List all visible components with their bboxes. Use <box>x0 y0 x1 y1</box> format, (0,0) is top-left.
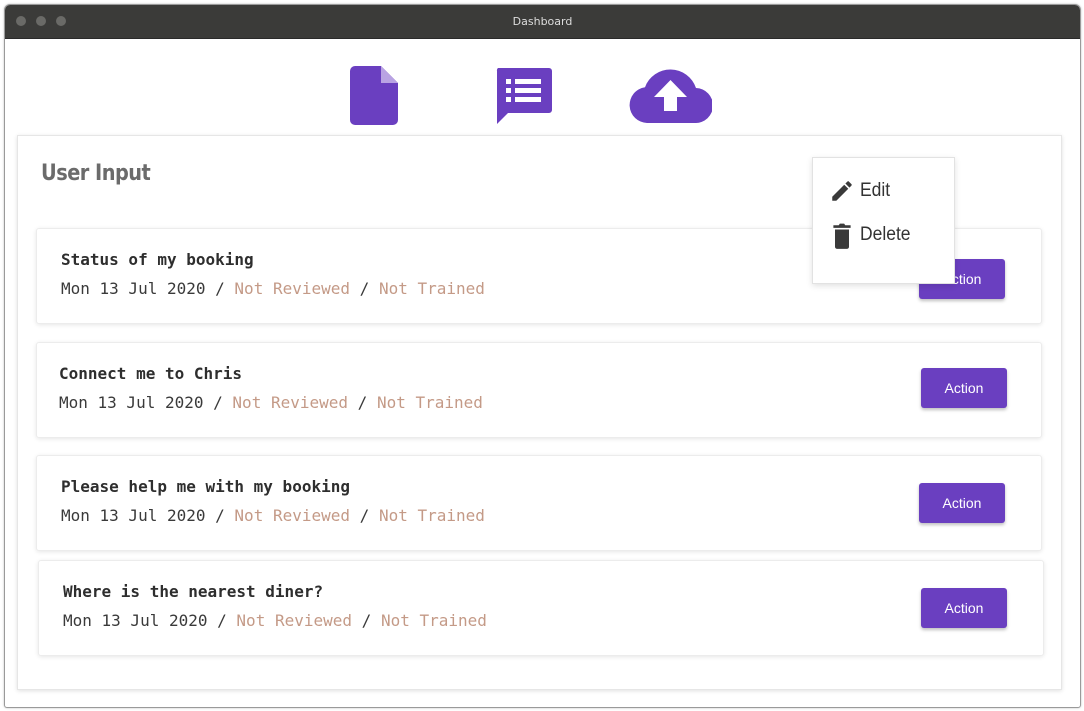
separator: / <box>215 279 225 298</box>
delete-label: Delete <box>860 224 911 245</box>
action-button[interactable]: Action <box>919 483 1005 523</box>
item-date: Mon 13 Jul 2020 <box>59 393 204 412</box>
title-bar[interactable]: Dashboard <box>5 5 1080 39</box>
action-button[interactable]: Action <box>921 368 1007 408</box>
delete-menu-item[interactable]: Delete <box>813 214 954 254</box>
train-status: Not Trained <box>378 279 485 298</box>
item-meta: Mon 13 Jul 2020 / Not Reviewed / Not Tra… <box>61 506 485 525</box>
item-date: Mon 13 Jul 2020 <box>61 506 206 525</box>
item-title: Where is the nearest diner? <box>63 582 324 601</box>
train-status: Not Trained <box>378 506 485 525</box>
separator: / <box>357 393 368 412</box>
trash-icon <box>833 223 851 249</box>
document-icon[interactable] <box>350 66 398 125</box>
context-menu: Edit Delete <box>812 157 955 284</box>
item-date: Mon 13 Jul 2020 <box>61 279 206 298</box>
list-item[interactable]: Where is the nearest diner? Mon 13 Jul 2… <box>38 560 1044 656</box>
separator: / <box>361 611 372 630</box>
train-status: Not Trained <box>380 611 487 630</box>
item-title: Connect me to Chris <box>59 364 243 383</box>
list-chat-icon[interactable] <box>495 68 552 124</box>
separator: / <box>359 279 370 298</box>
review-status: Not Reviewed <box>232 393 349 412</box>
list-item[interactable]: Please help me with my booking Mon 13 Ju… <box>36 455 1042 551</box>
edit-label: Edit <box>860 180 891 201</box>
item-meta: Mon 13 Jul 2020 / Not Reviewed / Not Tra… <box>59 393 483 412</box>
review-status: Not Reviewed <box>236 611 353 630</box>
item-meta: Mon 13 Jul 2020 / Not Reviewed / Not Tra… <box>63 611 487 630</box>
separator: / <box>217 611 227 630</box>
list-item[interactable]: Connect me to Chris Mon 13 Jul 2020 / No… <box>36 342 1042 438</box>
window-title: Dashboard <box>512 15 573 28</box>
panel-title: User Input <box>41 161 151 186</box>
edit-menu-item[interactable]: Edit <box>813 170 954 210</box>
separator: / <box>359 506 370 525</box>
separator: / <box>215 506 225 525</box>
item-date: Mon 13 Jul 2020 <box>63 611 208 630</box>
item-title: Status of my booking <box>61 250 254 269</box>
item-title: Please help me with my booking <box>61 477 350 496</box>
review-status: Not Reviewed <box>234 506 351 525</box>
separator: / <box>213 393 223 412</box>
review-status: Not Reviewed <box>234 279 351 298</box>
pencil-icon <box>832 181 852 201</box>
action-button[interactable]: Action <box>921 588 1007 628</box>
item-meta: Mon 13 Jul 2020 / Not Reviewed / Not Tra… <box>61 279 485 298</box>
app-window: Dashboard User Input Status of my bookin… <box>4 4 1081 708</box>
train-status: Not Trained <box>376 393 483 412</box>
cloud-upload-icon[interactable] <box>629 66 712 123</box>
